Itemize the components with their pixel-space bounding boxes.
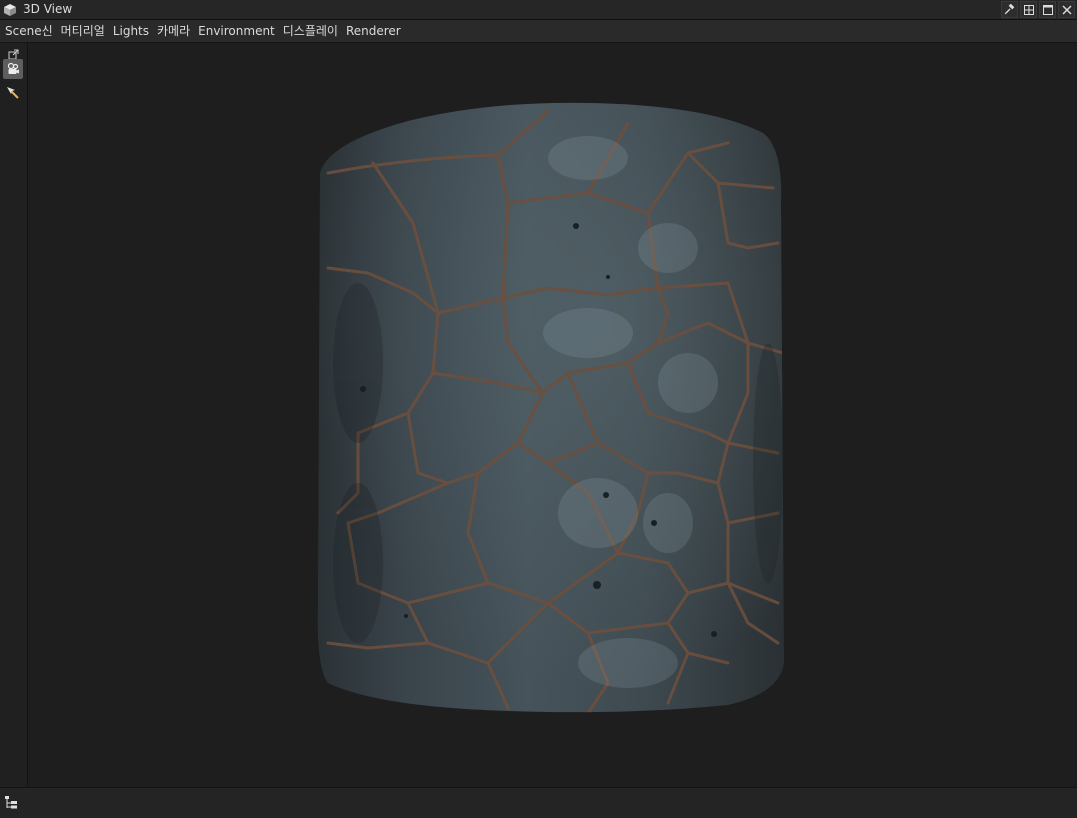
window-title: 3D View (23, 2, 73, 16)
pin-button[interactable] (1001, 1, 1018, 18)
maximize-button[interactable] (1039, 1, 1056, 18)
menu-environment[interactable]: Environment (194, 20, 279, 42)
tile-icon (1023, 4, 1034, 15)
pin-icon (1004, 4, 1015, 15)
menu-camera[interactable]: 카메라 (153, 20, 194, 42)
3d-viewport[interactable] (28, 43, 1077, 787)
pick-arrow-icon (7, 87, 19, 99)
scene-tree-icon[interactable] (4, 795, 20, 811)
viewport-toolbar (0, 43, 28, 787)
menu-material[interactable]: 머티리얼 (57, 20, 109, 42)
detach-icon (8, 49, 18, 59)
camera-orbit-icon (7, 62, 19, 74)
cube-icon (4, 4, 16, 16)
pick-arrow-button[interactable] (3, 83, 23, 103)
menu-bar: Scene신 머티리얼 Lights 카메라 Environment 디스플레이… (0, 20, 1077, 43)
camera-orbit-button[interactable] (3, 59, 23, 79)
menu-renderer[interactable]: Renderer (342, 20, 405, 42)
menu-scene[interactable]: Scene신 (0, 20, 57, 42)
menu-display[interactable]: 디스플레이 (279, 20, 342, 42)
title-bar: 3D View (0, 0, 1077, 20)
status-bar (0, 787, 1077, 818)
stone-cylinder-render[interactable] (28, 43, 1077, 787)
tile-button[interactable] (1020, 1, 1037, 18)
maximize-icon (1042, 4, 1053, 15)
close-icon (1062, 5, 1071, 14)
window-controls (1001, 1, 1075, 18)
close-button[interactable] (1058, 1, 1075, 18)
menu-lights[interactable]: Lights (109, 20, 153, 42)
